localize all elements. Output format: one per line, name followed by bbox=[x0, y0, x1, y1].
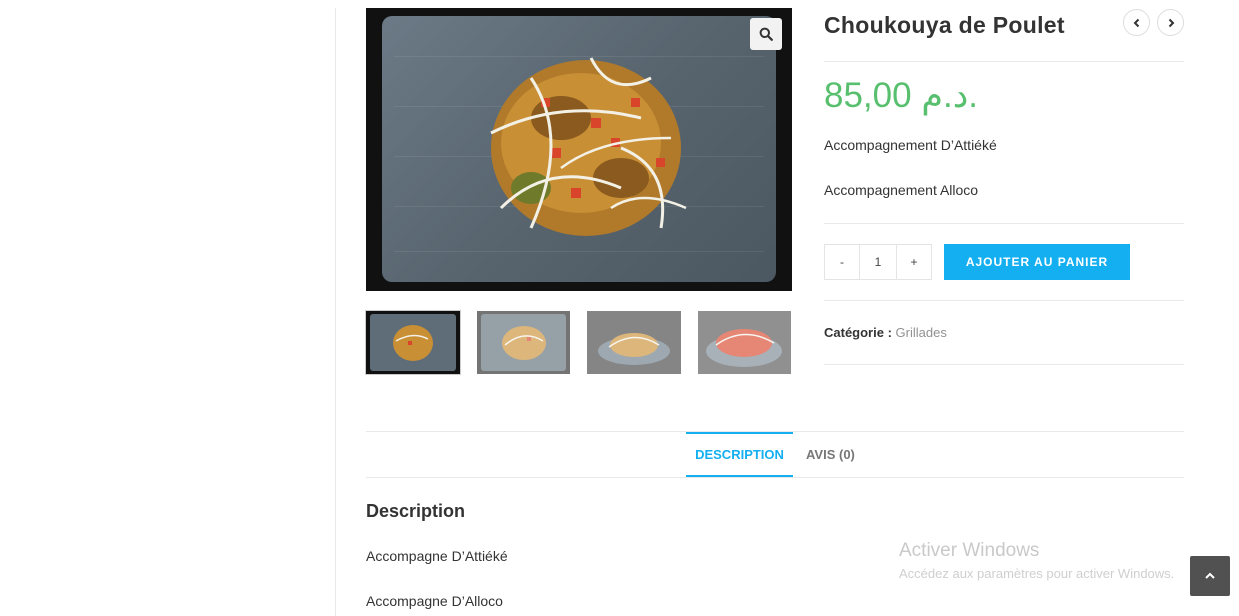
magnifier-icon bbox=[759, 27, 773, 41]
divider bbox=[824, 300, 1184, 301]
chevron-left-icon bbox=[1133, 18, 1139, 27]
tabs-bottom-border bbox=[366, 477, 1184, 478]
product-main-image[interactable] bbox=[366, 8, 792, 291]
chevron-right-icon bbox=[1168, 18, 1174, 27]
windows-activation-title: Activer Windows bbox=[899, 540, 1040, 561]
thumbnail-4[interactable] bbox=[698, 311, 791, 374]
divider bbox=[824, 223, 1184, 224]
thumbnail-2[interactable] bbox=[477, 311, 570, 374]
product-category: Catégorie : Grillades bbox=[824, 325, 947, 340]
description-line: Accompagne D’Alloco bbox=[366, 593, 503, 609]
thumbnail-3[interactable] bbox=[587, 311, 681, 374]
quantity-increase-button[interactable]: + bbox=[896, 244, 932, 280]
product-price: 85,00 د.م. bbox=[824, 76, 979, 115]
windows-activation-subtitle: Accédez aux paramètres pour activer Wind… bbox=[899, 566, 1175, 581]
description-heading: Description bbox=[366, 501, 466, 521]
sidebar-divider bbox=[335, 8, 336, 616]
quantity-stepper: - 1 + bbox=[824, 244, 932, 280]
next-product-button[interactable] bbox=[1157, 9, 1184, 36]
previous-product-button[interactable] bbox=[1123, 9, 1150, 36]
tab-description[interactable]: DESCRIPTION bbox=[686, 432, 793, 477]
scroll-to-top-button[interactable] bbox=[1190, 556, 1230, 596]
thumbnail-1[interactable] bbox=[365, 310, 461, 375]
category-label: Catégorie : bbox=[824, 325, 892, 340]
tab-reviews[interactable]: AVIS (0) bbox=[806, 432, 855, 477]
category-link[interactable]: Grillades bbox=[896, 325, 947, 340]
add-to-cart-button[interactable]: AJOUTER AU PANIER bbox=[944, 244, 1130, 280]
product-title: Choukouya de Poulet bbox=[824, 12, 1065, 38]
accompaniment-line: Accompagnement D’Attiéké bbox=[824, 137, 997, 153]
divider bbox=[824, 364, 1184, 365]
zoom-button[interactable] bbox=[750, 18, 782, 50]
chevron-up-icon bbox=[1205, 572, 1215, 579]
description-line: Accompagne D’Attiéké bbox=[366, 548, 508, 564]
quantity-input[interactable]: 1 bbox=[860, 244, 896, 280]
food-illustration bbox=[490, 57, 687, 236]
divider bbox=[824, 61, 1184, 62]
quantity-decrease-button[interactable]: - bbox=[824, 244, 860, 280]
accompaniment-line: Accompagnement Alloco bbox=[824, 182, 979, 198]
